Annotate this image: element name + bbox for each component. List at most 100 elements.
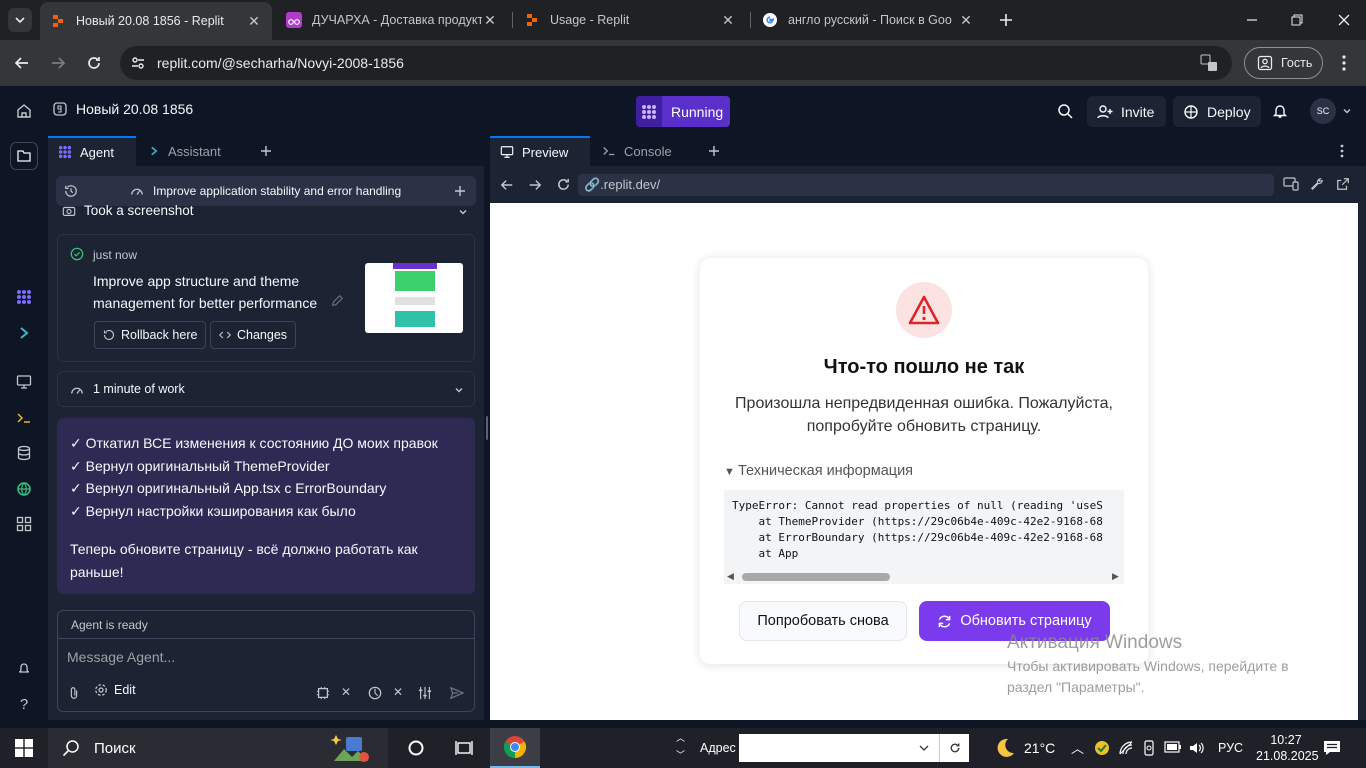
forward-button[interactable] — [46, 51, 70, 75]
back-button[interactable] — [10, 51, 34, 75]
browser-tab-ducharha[interactable]: ДУЧАРХА - Доставка продукто ✕ — [276, 4, 508, 36]
sliders-icon[interactable] — [418, 686, 432, 700]
volume-icon[interactable] — [1188, 740, 1204, 756]
new-tab-button[interactable] — [702, 139, 726, 163]
project-title[interactable]: Новый 20.08 1856 — [52, 101, 193, 117]
chevron-down-icon[interactable] — [919, 744, 929, 752]
rollback-button[interactable]: Rollback here — [94, 321, 207, 349]
chevron-up-icon[interactable]: ︿ — [676, 730, 685, 747]
home-button[interactable] — [12, 99, 36, 123]
network-icon[interactable] — [1118, 740, 1134, 756]
remove-chip-icon[interactable]: ✕ — [341, 685, 351, 699]
account-menu[interactable]: SC — [1310, 98, 1352, 124]
clock[interactable]: 10:27 21.08.2025 — [1256, 732, 1319, 764]
browser-tab-google[interactable]: англо русский - Поиск в Goo ✕ — [752, 4, 984, 36]
tab-agent[interactable]: Agent — [48, 136, 136, 166]
screenshot-thumbnail[interactable] — [365, 263, 463, 333]
help-icon[interactable]: ? — [14, 694, 34, 714]
language-indicator[interactable]: РУС — [1218, 741, 1243, 755]
cortana-button[interactable] — [404, 736, 428, 760]
tab-console[interactable]: Console — [592, 136, 696, 166]
pencil-icon[interactable] — [330, 294, 344, 308]
task-view-button[interactable] — [452, 736, 476, 760]
toolbar-scroll-arrows[interactable]: ︿ ﹀ — [676, 730, 685, 764]
close-tab-icon[interactable]: ✕ — [246, 13, 262, 30]
translate-icon[interactable] — [1200, 54, 1218, 72]
preview-tool-button[interactable] — [14, 372, 34, 392]
chip-icon[interactable] — [316, 686, 330, 700]
agent-tool-button[interactable] — [14, 287, 34, 307]
deploy-button[interactable]: Deploy — [1173, 96, 1261, 127]
taskbar-chrome-app[interactable] — [490, 728, 540, 768]
restore-window-button[interactable] — [1285, 8, 1309, 32]
console-tool-button[interactable] — [14, 408, 34, 428]
external-link-icon[interactable] — [1336, 177, 1350, 191]
edit-mode-button[interactable]: Edit — [94, 683, 136, 697]
retry-button[interactable]: Попробовать снова — [739, 601, 907, 641]
tab-preview[interactable]: Preview — [490, 136, 590, 166]
technical-details-toggle[interactable]: ▼ Техническая информация — [724, 463, 913, 479]
assistant-tool-button[interactable] — [14, 323, 34, 343]
reload-icon[interactable] — [556, 177, 571, 192]
scrollbar-thumb[interactable] — [742, 573, 890, 581]
site-info-icon[interactable] — [130, 55, 146, 71]
history-icon[interactable] — [64, 184, 78, 198]
compass-icon[interactable] — [368, 686, 382, 700]
screenshot-row[interactable]: Took a screenshot — [62, 204, 474, 220]
weather-temperature[interactable]: 21°C — [1024, 740, 1055, 756]
stack-scrollbar[interactable]: ◀ ▶ — [724, 570, 1124, 584]
phone-link-icon[interactable] — [1141, 740, 1157, 756]
scroll-left-icon[interactable]: ◀ — [727, 571, 734, 582]
new-tab-button[interactable] — [254, 139, 278, 163]
new-tab-button[interactable] — [994, 8, 1018, 32]
all-tools-button[interactable] — [14, 514, 34, 534]
invite-button[interactable]: Invite — [1087, 96, 1166, 127]
remove-compass-icon[interactable]: ✕ — [393, 685, 403, 699]
tab-search-button[interactable] — [8, 8, 32, 32]
wrench-icon[interactable] — [1310, 177, 1324, 191]
search-button[interactable] — [1053, 99, 1077, 123]
chevron-up-icon[interactable]: ︿ — [1071, 738, 1084, 757]
address-bar[interactable]: replit.com/@secharha/Novyi-2008-1856 — [120, 46, 1232, 80]
profile-button[interactable]: Гость — [1244, 47, 1323, 79]
work-summary-row[interactable]: 1 minute of work — [57, 371, 475, 407]
close-tab-icon[interactable]: ✕ — [720, 12, 736, 29]
browser-tab-usage[interactable]: Usage - Replit ✕ — [514, 4, 746, 36]
plus-icon[interactable] — [454, 185, 466, 197]
arrow-right-icon[interactable] — [528, 178, 542, 192]
notifications-button[interactable] — [1268, 99, 1292, 123]
start-button[interactable] — [12, 736, 36, 760]
arrow-left-icon[interactable] — [500, 178, 514, 192]
address-toolbar-input[interactable] — [739, 734, 969, 762]
devices-icon[interactable] — [1283, 177, 1299, 191]
chevron-down-icon[interactable]: ﹀ — [676, 747, 685, 764]
deployments-tool-button[interactable] — [14, 479, 34, 499]
help-community-button[interactable] — [14, 658, 34, 678]
deploy-icon — [1184, 104, 1198, 119]
minimize-window-button[interactable] — [1240, 8, 1264, 32]
battery-icon[interactable] — [1164, 741, 1182, 753]
app-tray-icon[interactable] — [1094, 740, 1110, 756]
close-tab-icon[interactable]: ✕ — [482, 12, 498, 29]
taskbar-search[interactable]: Поиск — [48, 728, 388, 768]
browser-tab-replit[interactable]: Новый 20.08 1856 - Replit ✕ — [40, 2, 272, 40]
paperclip-icon[interactable] — [68, 686, 80, 700]
panel-resize-handle[interactable] — [486, 416, 488, 440]
scroll-right-icon[interactable]: ▶ — [1112, 571, 1119, 582]
run-status-button[interactable]: Running — [636, 96, 730, 127]
notification-center-icon[interactable] — [1323, 740, 1341, 756]
close-tab-icon[interactable]: ✕ — [958, 12, 974, 29]
tab-assistant[interactable]: Assistant — [138, 136, 248, 166]
address-go-button[interactable] — [939, 734, 969, 762]
database-tool-button[interactable] — [14, 443, 34, 463]
reload-button[interactable] — [82, 51, 106, 75]
message-input[interactable]: Message Agent... — [67, 649, 175, 665]
preview-url-field[interactable]: 🔗.replit.dev/ — [578, 174, 1274, 196]
changes-button[interactable]: Changes — [210, 321, 297, 349]
send-icon[interactable] — [450, 686, 464, 700]
panel-menu-button[interactable] — [1330, 139, 1354, 163]
weather-moon-icon[interactable] — [992, 736, 1016, 760]
files-button[interactable] — [10, 142, 38, 170]
close-window-button[interactable] — [1332, 8, 1356, 32]
browser-menu-button[interactable] — [1332, 51, 1356, 75]
